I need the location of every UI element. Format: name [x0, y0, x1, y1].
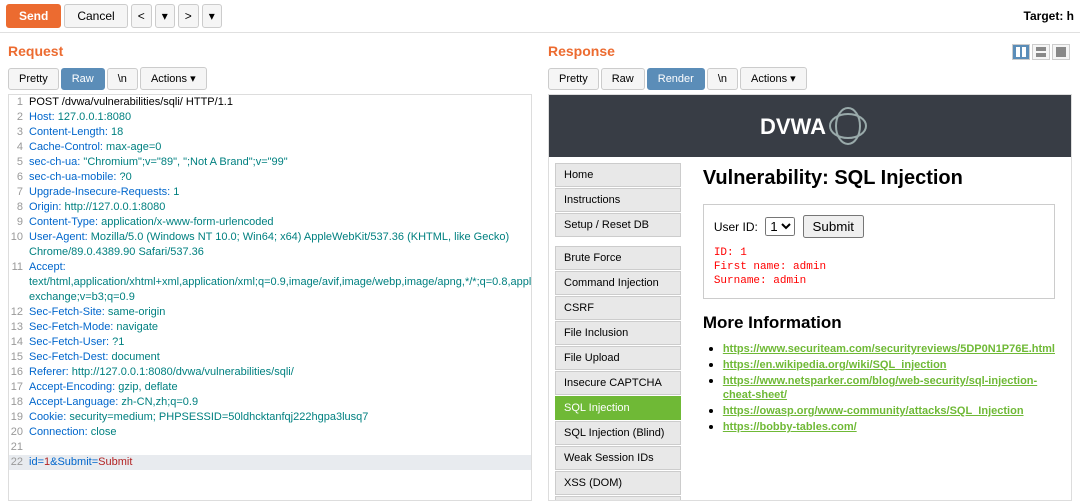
submit-button[interactable] [803, 215, 864, 238]
nav-item[interactable]: Weak Session IDs [555, 446, 681, 470]
tab-pretty[interactable]: Pretty [8, 68, 59, 90]
dvwa-header: DVWA [549, 95, 1071, 157]
info-link[interactable]: https://www.netsparker.com/blog/web-secu… [723, 375, 1037, 401]
tab-actions[interactable]: Actions ▾ [140, 67, 207, 90]
nav-item[interactable]: SQL Injection [555, 396, 681, 420]
single-view-icon[interactable] [1052, 44, 1070, 60]
nav-item[interactable]: XSS (DOM) [555, 471, 681, 495]
nav-item[interactable]: Insecure CAPTCHA [555, 371, 681, 395]
nav-item[interactable]: Command Injection [555, 271, 681, 295]
more-info-heading: More Information [703, 313, 1055, 333]
columns-view-icon[interactable] [1012, 44, 1030, 60]
prev-dropdown-button[interactable]: ▾ [155, 4, 175, 28]
next-dropdown-button[interactable]: ▾ [202, 4, 222, 28]
userid-label: User ID: [714, 220, 758, 234]
info-link[interactable]: https://en.wikipedia.org/wiki/SQL_inject… [723, 359, 947, 371]
nav-item[interactable]: XSS (Reflected) [555, 496, 681, 501]
main-toolbar: Send Cancel < ▾ > ▾ Target: h [0, 0, 1080, 33]
nav-item[interactable]: Home [555, 163, 681, 187]
info-link[interactable]: https://bobby-tables.com/ [723, 421, 857, 433]
dvwa-logo-icon: DVWA [730, 106, 890, 146]
tab-resp-actions[interactable]: Actions ▾ [740, 67, 807, 90]
target-label: Target: h [1024, 9, 1074, 23]
response-render: DVWA HomeInstructionsSetup / Reset DB Bru… [548, 94, 1072, 501]
tab-resp-newline[interactable]: \n [707, 68, 738, 90]
response-tabs: Pretty Raw Render \n Actions ▾ [548, 67, 1072, 90]
tab-resp-render[interactable]: Render [647, 68, 705, 90]
response-title: Response [548, 43, 1072, 59]
nav-item[interactable]: Setup / Reset DB [555, 213, 681, 237]
info-link[interactable]: https://owasp.org/www-community/attacks/… [723, 405, 1024, 417]
prev-button[interactable]: < [131, 4, 152, 28]
tab-raw[interactable]: Raw [61, 68, 105, 90]
request-tabs: Pretty Raw \n Actions ▾ [8, 67, 532, 90]
nav-item[interactable]: File Inclusion [555, 321, 681, 345]
response-panel: Response Pretty Raw Render \n Actions ▾ … [540, 33, 1080, 501]
nav-item[interactable]: Brute Force [555, 246, 681, 270]
send-button[interactable]: Send [6, 4, 61, 28]
dvwa-content: Vulnerability: SQL Injection User ID: 1 … [687, 157, 1071, 501]
request-editor[interactable]: 1POST /dvwa/vulnerabilities/sqli/ HTTP/1… [8, 94, 532, 501]
request-title: Request [8, 43, 532, 59]
info-link[interactable]: https://www.securiteam.com/securityrevie… [723, 343, 1055, 355]
rows-view-icon[interactable] [1032, 44, 1050, 60]
more-info-links: https://www.securiteam.com/securityrevie… [703, 341, 1055, 433]
tab-newline[interactable]: \n [107, 68, 138, 90]
request-panel: Request Pretty Raw \n Actions ▾ 1POST /d… [0, 33, 540, 501]
next-button[interactable]: > [178, 4, 199, 28]
nav-item[interactable]: Instructions [555, 188, 681, 212]
page-title: Vulnerability: SQL Injection [703, 167, 1055, 190]
view-mode-icons [1012, 44, 1070, 60]
nav-item[interactable]: SQL Injection (Blind) [555, 421, 681, 445]
sqli-form: User ID: 1 ID: 1First name: adminSurname… [703, 204, 1055, 299]
cancel-button[interactable]: Cancel [64, 4, 127, 28]
userid-select[interactable]: 1 [765, 217, 795, 236]
svg-text:DVWA: DVWA [760, 114, 826, 139]
nav-item[interactable]: File Upload [555, 346, 681, 370]
tab-resp-pretty[interactable]: Pretty [548, 68, 599, 90]
tab-resp-raw[interactable]: Raw [601, 68, 645, 90]
sqli-result: ID: 1First name: adminSurname: admin [714, 246, 1044, 288]
nav-item[interactable]: CSRF [555, 296, 681, 320]
dvwa-sidebar: HomeInstructionsSetup / Reset DB Brute Fo… [549, 157, 687, 501]
